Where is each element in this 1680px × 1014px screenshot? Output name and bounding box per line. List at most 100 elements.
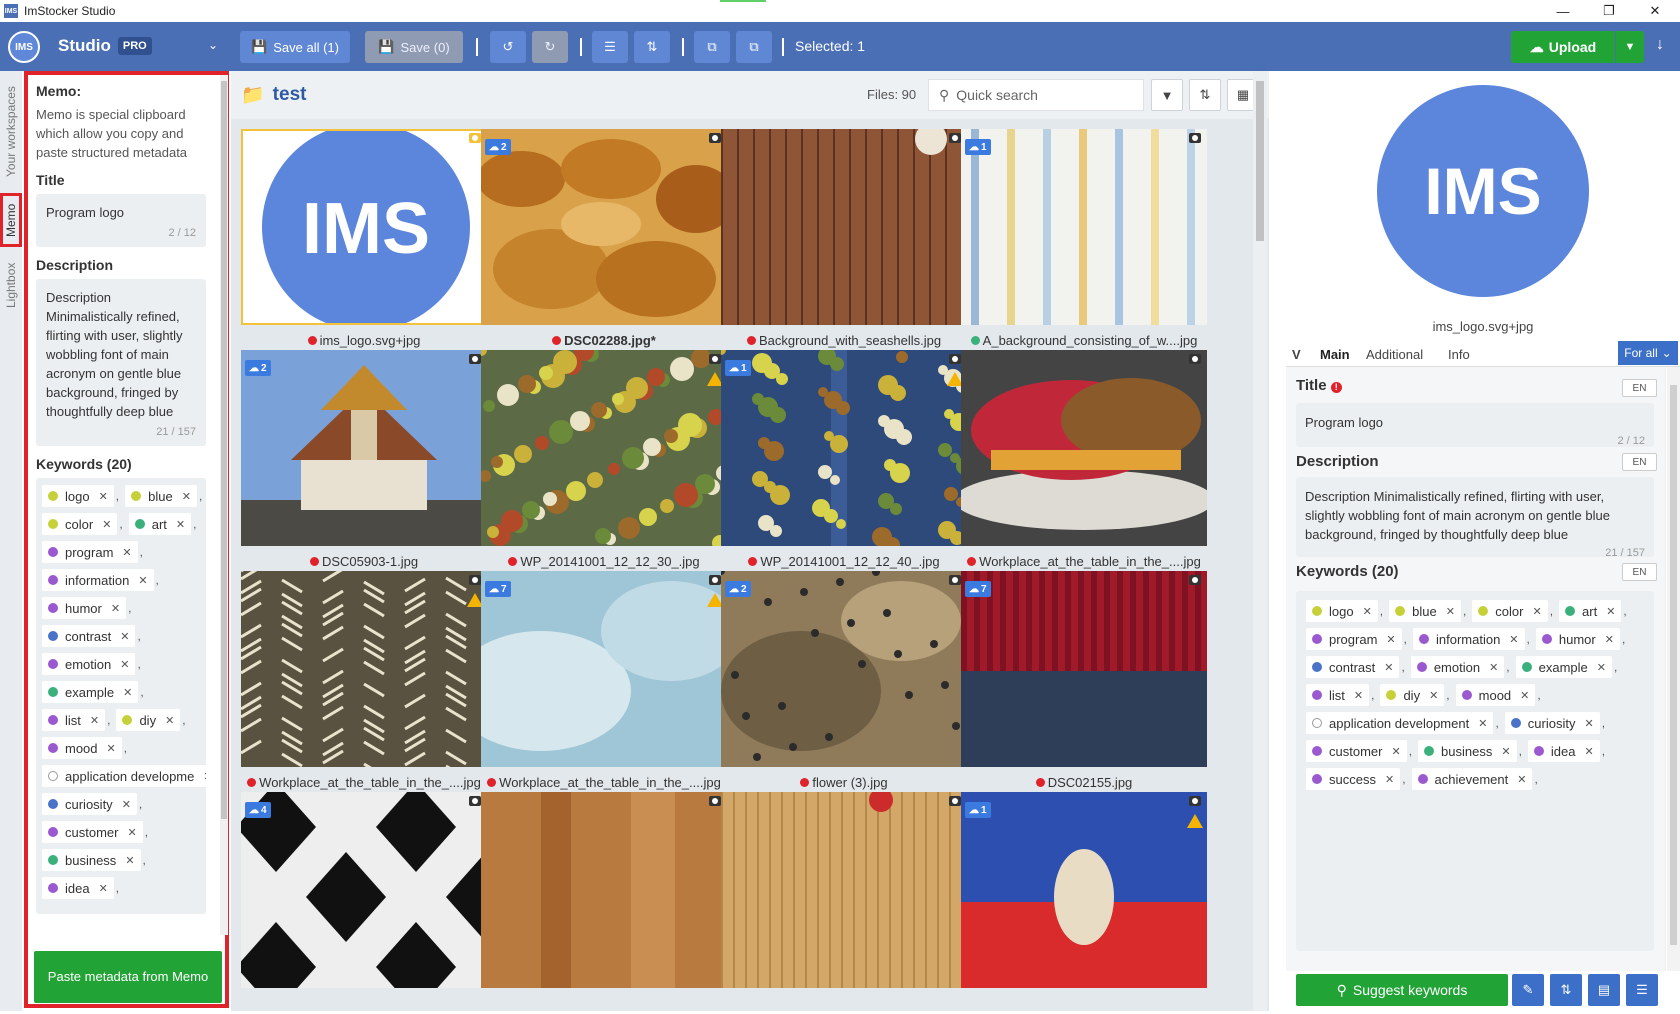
sort-az-button[interactable]: ⇅	[634, 31, 670, 63]
minimize-icon[interactable]: —	[1540, 0, 1586, 22]
remove-keyword-icon[interactable]: ✕	[1517, 773, 1526, 786]
thumbnail-image[interactable]	[481, 129, 727, 325]
keyword-chip[interactable]: achievement ✕	[1411, 768, 1533, 790]
keyword-chip[interactable]: program ✕	[42, 541, 138, 563]
keyword-chip[interactable]: example ✕	[1515, 656, 1612, 678]
thumbnail-image[interactable]	[961, 792, 1207, 988]
remove-keyword-icon[interactable]: ✕	[1597, 661, 1606, 674]
thumbnail-tile[interactable]: Workplace_at_the_table_in_the_....jpg	[241, 571, 487, 793]
description-field[interactable]: Description Minimalistically refined, fl…	[1296, 477, 1654, 559]
save-all-button[interactable]: 💾 Save all (1)	[240, 31, 350, 63]
undo-button[interactable]: ↺	[490, 31, 526, 63]
keyword-chip[interactable]: business ✕	[1418, 740, 1517, 762]
remove-keyword-icon[interactable]: ✕	[99, 490, 108, 503]
keyword-chip[interactable]: art ✕	[1559, 600, 1622, 622]
for-all-dropdown[interactable]: For all ⌄	[1618, 341, 1678, 365]
thumbnail-image[interactable]	[241, 350, 487, 546]
remove-keyword-icon[interactable]: ✕	[125, 854, 134, 867]
thumbnail-tile[interactable]: ☁ 2 DSC02288.jpg*	[481, 129, 727, 351]
thumbnail-image[interactable]	[721, 792, 967, 988]
metadata-scroll-thumb[interactable]	[1670, 385, 1677, 945]
tab-info[interactable]: Info	[1448, 347, 1470, 362]
keyword-chip[interactable]: blue ✕	[125, 485, 197, 507]
keyword-chip[interactable]: business ✕	[42, 849, 141, 871]
memo-keywords-field[interactable]: logo ✕, blue ✕, color ✕, art ✕, program ✕, informa…	[36, 478, 206, 914]
find-button[interactable]: ☰	[592, 31, 628, 63]
remove-keyword-icon[interactable]: ✕	[138, 574, 147, 587]
remove-keyword-icon[interactable]: ✕	[1489, 661, 1498, 674]
thumbnail-tile[interactable]: ☁ 1 A_background_consisting_of_w....jpg	[961, 129, 1207, 351]
upload-options-chevron-icon[interactable]: ▼	[1616, 31, 1644, 63]
keyword-chip[interactable]: emotion ✕	[42, 653, 136, 675]
thumbnail-image[interactable]	[481, 792, 727, 988]
memo-scrollbar[interactable]	[220, 75, 228, 935]
thumbnail-tile[interactable]	[721, 792, 967, 1014]
keyword-chip[interactable]: customer ✕	[42, 821, 143, 843]
browser-scrollbar[interactable]	[1253, 71, 1267, 1011]
remove-keyword-icon[interactable]: ✕	[122, 546, 131, 559]
keyword-chip[interactable]: idea ✕	[42, 877, 114, 899]
sort-keywords-button[interactable]: ⇅	[1550, 974, 1582, 1006]
tab-memo[interactable]: Memo	[0, 193, 22, 247]
thumbnail-image[interactable]	[481, 571, 727, 767]
remove-keyword-icon[interactable]: ✕	[1520, 689, 1529, 702]
thumbnail-image[interactable]	[241, 571, 487, 767]
keyword-chip[interactable]: contrast ✕	[42, 625, 136, 647]
keyword-chip[interactable]: customer ✕	[1306, 740, 1407, 762]
save-button[interactable]: 💾 Save (0)	[365, 31, 463, 63]
remove-keyword-icon[interactable]: ✕	[176, 518, 185, 531]
remove-keyword-icon[interactable]: ✕	[107, 742, 116, 755]
remove-keyword-icon[interactable]: ✕	[1532, 605, 1541, 618]
remove-keyword-icon[interactable]: ✕	[182, 490, 191, 503]
paste-button[interactable]: ⧉	[736, 31, 772, 63]
remove-keyword-icon[interactable]: ✕	[1385, 773, 1394, 786]
thumbnail-tile[interactable]: ☁ 1 WP_20141001_12_12_40_.jpg	[721, 350, 967, 572]
thumbnail-image[interactable]	[721, 571, 967, 767]
keyword-chip[interactable]: list ✕	[42, 709, 106, 731]
remove-keyword-icon[interactable]: ✕	[111, 602, 120, 615]
remove-keyword-icon[interactable]: ✕	[99, 882, 108, 895]
filter-button[interactable]: ▼	[1151, 79, 1183, 111]
workspace-selector[interactable]: Studio PRO	[58, 36, 152, 56]
suggest-keywords-button[interactable]: ⚲ Suggest keywords	[1296, 974, 1508, 1006]
keyword-chip[interactable]: example ✕	[42, 681, 139, 703]
thumbnail-tile[interactable]: ☁ 7 Workplace_at_the_table_in_the_....jpg	[481, 571, 727, 793]
remove-keyword-icon[interactable]: ✕	[1363, 605, 1372, 618]
remove-keyword-icon[interactable]: ✕	[1429, 689, 1438, 702]
thumbnail-image[interactable]	[721, 350, 967, 546]
thumbnail-tile[interactable]: Background_with_seashells.jpg	[721, 129, 967, 351]
close-icon[interactable]: ✕	[1632, 0, 1678, 22]
keyword-chip[interactable]: curiosity ✕	[42, 793, 137, 815]
keywords-language-button[interactable]: EN	[1622, 563, 1657, 581]
chevron-down-icon[interactable]: ⌄	[208, 38, 218, 52]
tab-lightbox[interactable]: Lightbox	[0, 253, 22, 317]
keyword-chip[interactable]: success ✕	[1306, 768, 1401, 790]
tab-your-workspaces[interactable]: Your workspaces	[0, 77, 22, 187]
remove-keyword-icon[interactable]: ✕	[1605, 633, 1614, 646]
remove-keyword-icon[interactable]: ✕	[122, 798, 131, 811]
remove-keyword-icon[interactable]: ✕	[1391, 745, 1400, 758]
thumbnail-image[interactable]: IMS	[241, 129, 487, 325]
memo-description-field[interactable]: Description Minimalistically refined, fl…	[36, 279, 206, 446]
document-button[interactable]: ▤	[1588, 974, 1620, 1006]
quick-search-input[interactable]: ⚲ Quick search	[928, 79, 1144, 111]
remove-keyword-icon[interactable]: ✕	[102, 518, 111, 531]
memo-scroll-thumb[interactable]	[221, 81, 227, 819]
thumbnail-image[interactable]	[961, 350, 1207, 546]
remove-keyword-icon[interactable]: ✕	[203, 770, 206, 783]
thumbnail-tile[interactable]: ☁ 1	[961, 792, 1207, 1014]
restore-icon[interactable]: ❐	[1586, 0, 1632, 22]
copy-button[interactable]: ⧉	[694, 31, 730, 63]
remove-keyword-icon[interactable]: ✕	[1606, 605, 1615, 618]
remove-keyword-icon[interactable]: ✕	[1386, 633, 1395, 646]
redo-button[interactable]: ↻	[532, 31, 568, 63]
tab-main[interactable]: Main	[1320, 347, 1350, 362]
remove-keyword-icon[interactable]: ✕	[1501, 745, 1510, 758]
keyword-chip[interactable]: logo ✕	[1306, 600, 1378, 622]
remove-keyword-icon[interactable]: ✕	[120, 658, 129, 671]
thumbnail-image[interactable]	[961, 129, 1207, 325]
metadata-scrollbar[interactable]	[1667, 367, 1680, 971]
thumbnail-image[interactable]	[481, 350, 727, 546]
memo-title-field[interactable]: Program logo 2 / 12	[36, 194, 206, 247]
remove-keyword-icon[interactable]: ✕	[1354, 689, 1363, 702]
